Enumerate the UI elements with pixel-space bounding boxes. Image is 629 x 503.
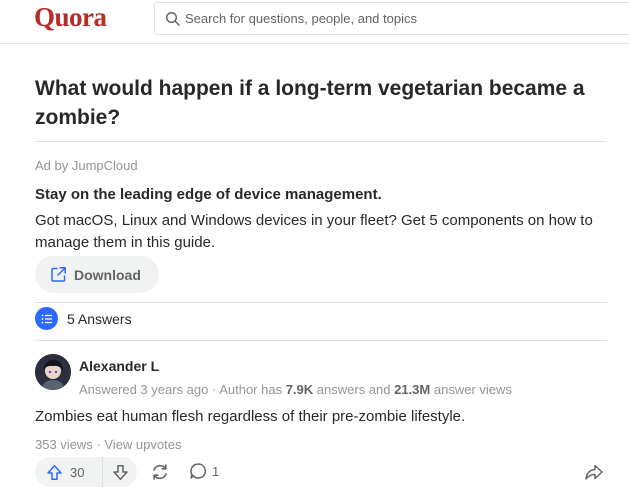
answer-meta: Answered 3 years ago · Author has 7.9K a… — [79, 382, 512, 397]
forward-icon[interactable] — [584, 462, 604, 482]
answers-count-label: 5 Answers — [67, 310, 132, 327]
divider — [35, 302, 607, 303]
search-icon — [165, 11, 180, 26]
answered-date[interactable]: Answered 3 years ago — [79, 382, 208, 397]
view-count: 21.3M — [394, 382, 431, 397]
external-link-icon — [51, 267, 66, 282]
question-title[interactable]: What would happen if a long-term vegetar… — [35, 74, 605, 132]
ad-label[interactable]: Ad by JumpCloud — [35, 158, 138, 173]
upvote-button[interactable]: 30 — [35, 457, 103, 487]
meta-separator: · — [208, 382, 220, 397]
upvote-icon — [47, 464, 62, 480]
avatar[interactable] — [35, 354, 71, 390]
view-upvotes-link[interactable]: View upvotes — [104, 437, 181, 452]
downvote-button[interactable] — [103, 457, 137, 487]
comment-count: 1 — [212, 463, 220, 479]
answer-count: 7.9K — [285, 382, 314, 397]
ad-title[interactable]: Stay on the leading edge of device manag… — [35, 186, 382, 203]
views-line: 353 views · View upvotes — [35, 437, 181, 452]
answer-views-text: answer views — [430, 382, 512, 397]
comment-button[interactable]: 1 — [189, 462, 219, 480]
vote-pill: 30 — [35, 457, 137, 487]
download-button[interactable]: Download — [35, 256, 159, 293]
downvote-icon — [112, 464, 128, 480]
answers-count: 5 Answers — [35, 307, 132, 330]
list-icon — [35, 307, 58, 330]
search-box[interactable] — [154, 2, 629, 35]
divider — [35, 141, 607, 142]
answers-and-text: answers and — [313, 382, 395, 397]
comment-icon — [190, 463, 207, 479]
views-count: 353 views — [35, 437, 93, 452]
views-separator: · — [92, 437, 105, 452]
author-has-text: Author has — [219, 382, 286, 397]
upvote-count: 30 — [70, 464, 85, 480]
download-label: Download — [74, 266, 141, 283]
top-nav: Quora — [0, 0, 629, 44]
answer-text: Zombies eat human flesh regardless of th… — [35, 408, 466, 425]
divider — [35, 340, 607, 341]
quora-logo[interactable]: Quora — [34, 2, 107, 33]
search-input[interactable] — [185, 3, 625, 34]
author-name[interactable]: Alexander L — [79, 358, 159, 374]
share-icon[interactable] — [150, 462, 170, 482]
ad-body: Got macOS, Linux and Windows devices in … — [35, 212, 593, 251]
